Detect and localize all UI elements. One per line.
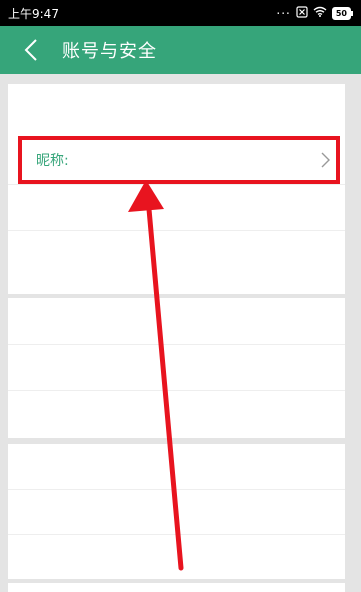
nickname-label: 昵称: (36, 153, 69, 169)
settings-card-account: 昵称: (8, 84, 345, 294)
settings-card-other (8, 444, 345, 579)
battery-level: 50 (331, 6, 351, 20)
app-header: 账号与安全 (0, 26, 361, 74)
settings-card-partial (8, 583, 345, 592)
battery-cap (351, 10, 353, 16)
row-divider (8, 344, 345, 345)
settings-card-security (8, 298, 345, 438)
row-divider (8, 184, 345, 185)
wifi-icon (313, 6, 327, 20)
page-title: 账号与安全 (62, 41, 157, 62)
status-dots: ... (276, 3, 291, 17)
chevron-left-icon (24, 39, 37, 61)
row-divider (8, 230, 345, 231)
row-divider (8, 390, 345, 391)
nickname-row[interactable]: 昵称: (18, 136, 340, 184)
row-divider (8, 534, 345, 535)
status-bar: 上午9:47 ... 50 (0, 0, 361, 26)
back-button[interactable] (16, 28, 46, 72)
sim-icon (296, 5, 308, 21)
chevron-right-icon (321, 152, 330, 168)
settings-content: 昵称: (0, 74, 361, 592)
status-time: 上午9:47 (8, 6, 59, 21)
status-icons: ... 50 (276, 3, 353, 21)
row-divider (8, 489, 345, 490)
battery-icon: 50 (331, 6, 353, 20)
